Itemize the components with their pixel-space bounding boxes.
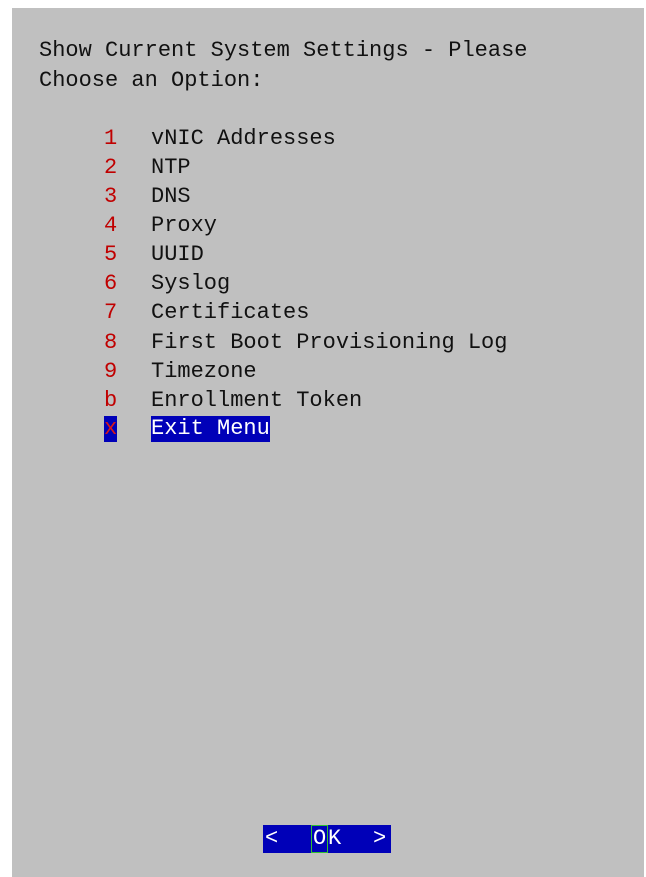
menu-item-key: 9 bbox=[104, 359, 118, 384]
ok-left-bracket: < bbox=[265, 826, 279, 851]
menu-item-uuid[interactable]: 5 UUID bbox=[12, 240, 644, 269]
menu-item-enrollment-token[interactable]: b Enrollment Token bbox=[12, 386, 644, 415]
menu-item-label: NTP bbox=[151, 155, 191, 180]
ok-hotkey-letter: O bbox=[311, 825, 329, 853]
dialog-title-line-2: Choose an Option: bbox=[39, 68, 264, 93]
menu-item-label: UUID bbox=[151, 242, 204, 267]
menu-item-first-boot-provisioning-log[interactable]: 8 First Boot Provisioning Log bbox=[12, 328, 644, 357]
menu-item-key: 3 bbox=[104, 184, 118, 209]
menu-item-key: x bbox=[104, 416, 118, 442]
menu-item-key: b bbox=[104, 388, 118, 413]
menu-item-key: 6 bbox=[104, 271, 118, 296]
menu-item-key: 7 bbox=[104, 300, 118, 325]
menu-item-label: Timezone bbox=[151, 359, 257, 384]
menu-item-label: Syslog bbox=[151, 271, 231, 296]
dialog-title-line-1: Show Current System Settings - Please bbox=[39, 38, 528, 63]
ok-button[interactable]: < O K > bbox=[263, 825, 391, 853]
menu-item-timezone[interactable]: 9 Timezone bbox=[12, 357, 644, 386]
ok-right-bracket: > bbox=[373, 826, 387, 851]
menu-item-key: 8 bbox=[104, 330, 118, 355]
menu-item-label: Exit Menu bbox=[151, 416, 270, 442]
menu-item-proxy[interactable]: 4 Proxy bbox=[12, 211, 644, 240]
menu-item-key: 2 bbox=[104, 155, 118, 180]
menu-item-key: 4 bbox=[104, 213, 118, 238]
ok-label-rest: K bbox=[328, 826, 342, 851]
menu-item-vnic-addresses[interactable]: 1 vNIC Addresses bbox=[12, 124, 644, 153]
menu-item-dns[interactable]: 3 DNS bbox=[12, 182, 644, 211]
menu-item-label: vNIC Addresses bbox=[151, 126, 336, 151]
menu-item-certificates[interactable]: 7 Certificates bbox=[12, 298, 644, 327]
settings-dialog: Show Current System Settings - Please Ch… bbox=[12, 8, 644, 877]
menu-item-label: Certificates bbox=[151, 300, 310, 325]
menu-item-label: Enrollment Token bbox=[151, 388, 363, 413]
menu-item-label: First Boot Provisioning Log bbox=[151, 330, 508, 355]
menu-item-syslog[interactable]: 6 Syslog bbox=[12, 269, 644, 298]
menu-item-key: 1 bbox=[104, 126, 118, 151]
menu-item-label: Proxy bbox=[151, 213, 218, 238]
menu-item-key: 5 bbox=[104, 242, 118, 267]
menu-item-ntp[interactable]: 2 NTP bbox=[12, 153, 644, 182]
menu-item-exit-menu[interactable]: x Exit Menu bbox=[12, 415, 644, 444]
menu-item-label: DNS bbox=[151, 184, 191, 209]
